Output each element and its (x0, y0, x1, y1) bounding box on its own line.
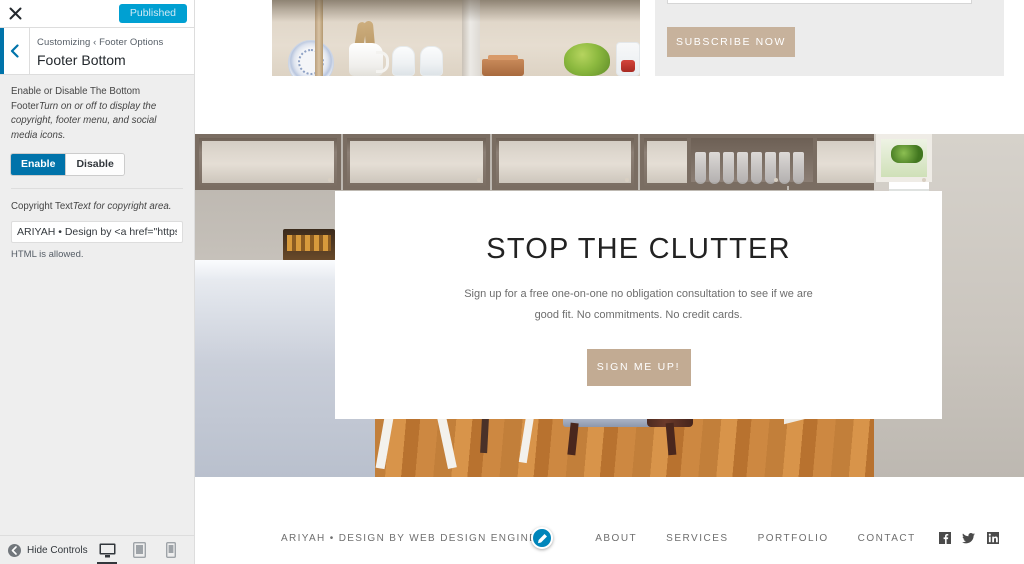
hero-section: STOP THE CLUTTER Sign up for a free one-… (195, 134, 1024, 477)
copyright-label-main: Copyright Text (11, 201, 73, 213)
facebook-icon[interactable] (938, 532, 951, 545)
preview-white-gap (195, 76, 1024, 134)
footer-copyright-text: ARIYAH • DESIGN BY WEB DESIGN ENGINE (281, 532, 538, 544)
cta-subtitle: Sign up for a free one-on-one no obligat… (464, 288, 813, 322)
page-title: Footer Bottom (37, 51, 126, 68)
disable-button[interactable]: Disable (65, 153, 124, 176)
back-chevron-icon[interactable] (0, 28, 30, 74)
subscribe-now-button[interactable]: SUBSCRIBE NOW (667, 27, 795, 57)
tablet-preview-icon[interactable] (127, 536, 151, 564)
footer-menu-item-contact[interactable]: CONTACT (858, 533, 916, 544)
device-preview-group (95, 536, 188, 564)
customizer-controls: Enable or Disable The Bottom FooterTurn … (0, 75, 194, 260)
copyright-label-italic: Text for copyright area. (72, 201, 172, 213)
ceramic-pitcher (349, 43, 389, 76)
cta-title: STOP THE CLUTTER (486, 233, 791, 265)
copyright-help-text: HTML is allowed. (11, 248, 84, 260)
linkedin-icon[interactable] (986, 532, 999, 545)
customizer-section-header: Customizing ‹ Footer Options Footer Bott… (0, 28, 194, 75)
subscribe-section: SUBSCRIBE NOW (655, 0, 1004, 76)
enable-button[interactable]: Enable (11, 153, 66, 176)
glass-jar-3 (616, 42, 640, 76)
mobile-preview-icon[interactable] (159, 536, 183, 564)
twitter-icon[interactable] (962, 532, 975, 545)
sign-me-up-button[interactable]: SIGN ME UP! (586, 348, 691, 386)
glass-jar-2 (420, 46, 443, 76)
copyright-text-input[interactable] (11, 220, 183, 243)
footer-menu-item-portfolio[interactable]: PORTFOLIO (758, 533, 829, 544)
collapse-icon (8, 543, 21, 557)
footer-toggle-description: Enable or Disable The Bottom FooterTurn … (11, 85, 183, 144)
cabinet-door (491, 134, 639, 190)
potted-plant (564, 43, 610, 76)
customizer-screen: Published Customizing ‹ Footer Options F… (0, 0, 1024, 564)
cabinet-door (195, 134, 342, 190)
window-foliage (891, 145, 923, 163)
window (876, 134, 932, 182)
site-preview-frame[interactable]: SUBSCRIBE NOW STOP THE CLUTTER Sign up f… (195, 0, 1024, 564)
publish-button[interactable]: Published (118, 3, 187, 24)
customizer-bottom-bar: Hide Controls (0, 535, 194, 564)
customizer-topbar: Published (0, 0, 194, 28)
cta-card: STOP THE CLUTTER Sign up for a free one-… (335, 191, 942, 419)
copper-pots (482, 55, 524, 76)
shelf-shadow (272, 0, 640, 22)
customizer-sidebar: Published Customizing ‹ Footer Options F… (0, 0, 195, 564)
subscribe-email-input[interactable] (667, 0, 972, 4)
footer-social-icons (938, 532, 999, 545)
footer-menu-item-about[interactable]: ABOUT (595, 533, 637, 544)
footer-bottom-bar: ARIYAH • DESIGN BY WEB DESIGN ENGINE ABO… (195, 527, 1024, 564)
wine-rack (283, 229, 335, 261)
footer-enable-toggle-group: Enable Disable (11, 153, 124, 176)
preview-top-strip: SUBSCRIBE NOW (195, 0, 1024, 76)
desktop-preview-icon[interactable] (95, 536, 119, 564)
hide-controls-button[interactable]: Hide Controls (8, 543, 95, 557)
section-titles: Customizing ‹ Footer Options Footer Bott… (30, 28, 194, 74)
footer-menu-item-services[interactable]: SERVICES (666, 533, 728, 544)
glassware-row (695, 148, 811, 184)
edit-pencil-icon[interactable] (531, 527, 554, 549)
glass-jar-1 (392, 46, 415, 76)
control-divider (11, 188, 183, 190)
cabinet-door (343, 134, 490, 190)
breadcrumb: Customizing ‹ Footer Options (37, 37, 164, 49)
chair-leg (665, 422, 677, 456)
chair-leg (567, 422, 579, 456)
kitchen-cabinets (195, 134, 936, 190)
footer-menu: ABOUT SERVICES PORTFOLIO CONTACT (595, 533, 916, 544)
close-icon[interactable] (6, 5, 24, 23)
hide-controls-label: Hide Controls (27, 544, 88, 556)
shelf-photo (272, 0, 640, 76)
copyright-text-label: Copyright TextText for copyright area. (11, 200, 183, 215)
site-footer: ARIYAH • DESIGN BY WEB DESIGN ENGINE ABO… (195, 477, 1024, 564)
